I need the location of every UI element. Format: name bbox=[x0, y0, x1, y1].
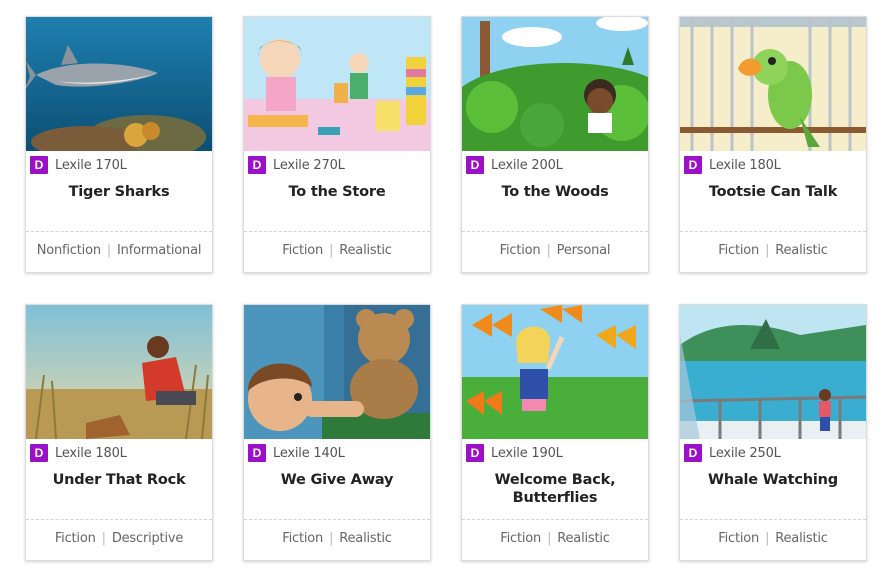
genre-label: Fiction bbox=[718, 243, 760, 258]
book-cover-image bbox=[462, 305, 648, 439]
book-title[interactable]: We Give Away bbox=[250, 471, 424, 489]
genre-label: Fiction bbox=[499, 243, 541, 258]
book-title[interactable]: Under That Rock bbox=[32, 471, 206, 489]
lexile-level: Lexile 180L bbox=[709, 157, 781, 173]
book-cover-image bbox=[244, 305, 430, 439]
book-cover-image bbox=[26, 305, 212, 439]
subgenre-label: Personal bbox=[556, 243, 611, 258]
book-card[interactable]: D Lexile 180L Under That Rock Fiction | Des… bbox=[25, 304, 213, 561]
subgenre-label: Realistic bbox=[557, 531, 610, 546]
genre-tags: Fiction | Realistic bbox=[718, 531, 828, 546]
book-cover-image bbox=[244, 17, 430, 151]
book-title[interactable]: Tootsie Can Talk bbox=[686, 183, 860, 201]
book-card[interactable]: D Lexile 190L Welcome Back, Butterflies F… bbox=[461, 304, 649, 561]
card-divider bbox=[244, 231, 430, 232]
genre-label: Fiction bbox=[282, 531, 324, 546]
genre-tags: Fiction | Personal bbox=[499, 243, 611, 258]
subgenre-label: Descriptive bbox=[111, 531, 184, 546]
book-cover-image bbox=[26, 17, 212, 151]
subgenre-label: Realistic bbox=[339, 243, 392, 258]
lexile-level: Lexile 200L bbox=[491, 157, 563, 173]
subgenre-label: Informational bbox=[117, 243, 202, 258]
card-divider bbox=[680, 231, 866, 232]
book-cover-image bbox=[680, 305, 866, 439]
book-card[interactable]: D Lexile 170L Tiger Sharks Nonfiction | Inf… bbox=[25, 16, 213, 273]
lexile-level: Lexile 190L bbox=[491, 445, 563, 461]
book-title[interactable]: Welcome Back, Butterflies bbox=[468, 471, 642, 507]
reading-level-badge: D bbox=[30, 156, 48, 174]
lexile-level: Lexile 170L bbox=[55, 157, 127, 173]
genre-tags: Fiction | Descriptive bbox=[54, 531, 184, 546]
card-divider bbox=[26, 231, 212, 232]
lexile-level: Lexile 250L bbox=[709, 445, 781, 461]
book-title[interactable]: To the Woods bbox=[468, 183, 642, 201]
reading-level-badge: D bbox=[466, 156, 484, 174]
card-divider bbox=[462, 231, 648, 232]
reading-level-badge: D bbox=[248, 156, 266, 174]
book-title[interactable]: Tiger Sharks bbox=[32, 183, 206, 201]
book-title[interactable]: Whale Watching bbox=[686, 471, 860, 489]
lexile-level: Lexile 140L bbox=[273, 445, 345, 461]
book-card[interactable]: D Lexile 180L Tootsie Can Talk Fiction | Re… bbox=[679, 16, 867, 273]
card-divider bbox=[680, 519, 866, 520]
book-cover-image bbox=[680, 17, 866, 151]
genre-tags: Fiction | Realistic bbox=[282, 531, 392, 546]
book-card[interactable]: D Lexile 140L We Give Away Fiction | Realis… bbox=[243, 304, 431, 561]
subgenre-label: Realistic bbox=[339, 531, 392, 546]
genre-label: Fiction bbox=[718, 531, 760, 546]
reading-level-badge: D bbox=[466, 444, 484, 462]
subgenre-label: Realistic bbox=[775, 243, 828, 258]
reading-level-badge: D bbox=[248, 444, 266, 462]
genre-label: Nonfiction bbox=[36, 243, 101, 258]
reading-level-badge: D bbox=[684, 156, 702, 174]
lexile-level: Lexile 270L bbox=[273, 157, 345, 173]
genre-label: Fiction bbox=[282, 243, 324, 258]
card-divider bbox=[26, 519, 212, 520]
genre-tags: Nonfiction | Informational bbox=[36, 243, 202, 258]
lexile-level: Lexile 180L bbox=[55, 445, 127, 461]
card-divider bbox=[244, 519, 430, 520]
genre-tags: Fiction | Realistic bbox=[282, 243, 392, 258]
subgenre-label: Realistic bbox=[775, 531, 828, 546]
book-card[interactable]: D Lexile 250L Whale Watching Fiction | Real… bbox=[679, 304, 867, 561]
book-title[interactable]: To the Store bbox=[250, 183, 424, 201]
genre-label: Fiction bbox=[500, 531, 542, 546]
card-divider bbox=[462, 519, 648, 520]
book-card[interactable]: D Lexile 270L To the Store Fiction | Realis… bbox=[243, 16, 431, 273]
reading-level-badge: D bbox=[30, 444, 48, 462]
book-cover-image bbox=[462, 17, 648, 151]
reading-level-badge: D bbox=[684, 444, 702, 462]
genre-tags: Fiction | Realistic bbox=[718, 243, 828, 258]
book-card[interactable]: D Lexile 200L To the Woods Fiction | Person… bbox=[461, 16, 649, 273]
genre-tags: Fiction | Realistic bbox=[500, 531, 610, 546]
genre-label: Fiction bbox=[54, 531, 96, 546]
